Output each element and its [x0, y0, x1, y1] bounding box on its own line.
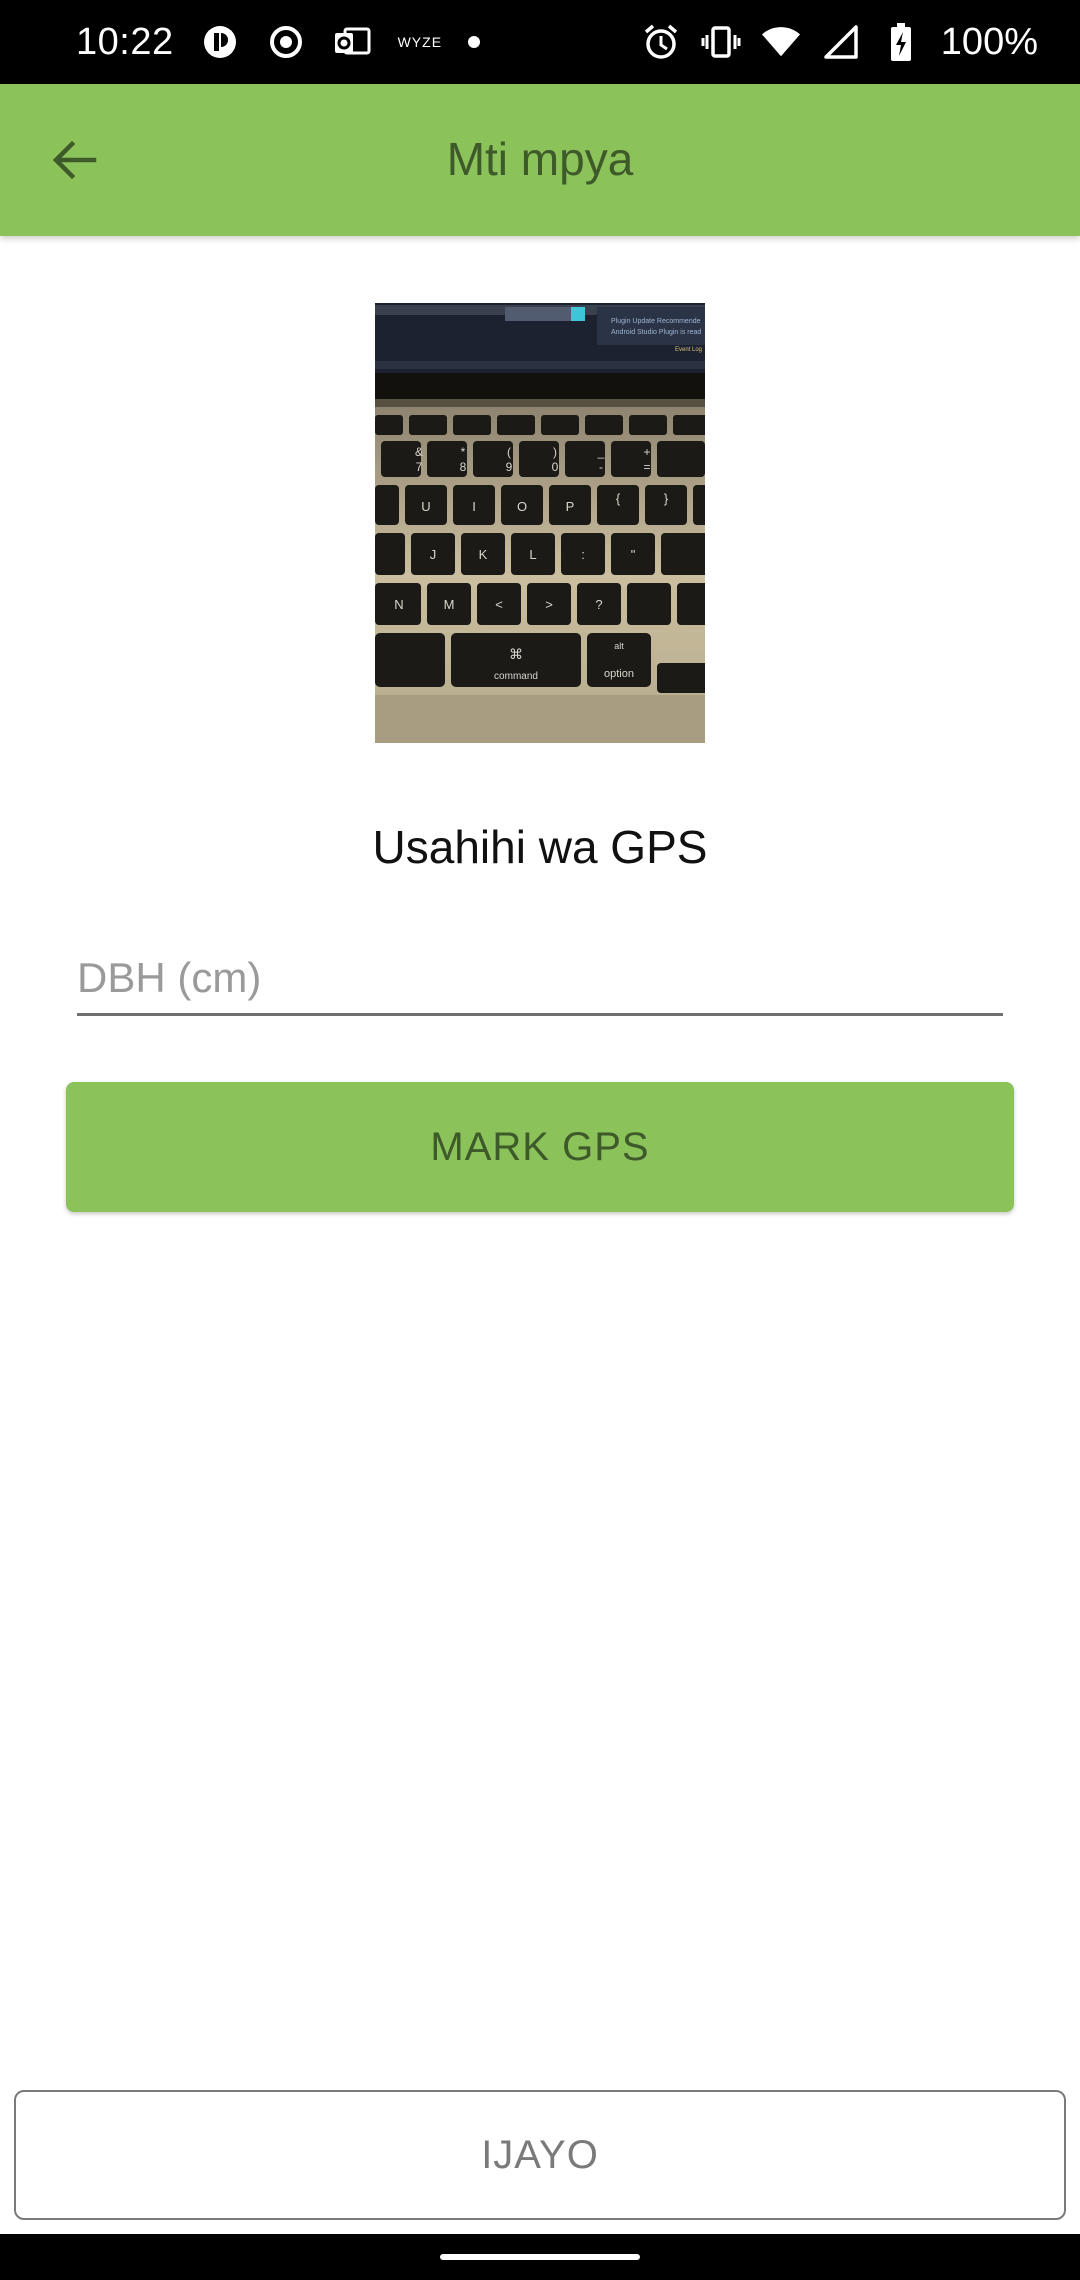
- gps-accuracy-label: Usahihi wa GPS: [372, 821, 708, 873]
- key-minus: -: [599, 460, 603, 474]
- key-plus: +: [643, 445, 650, 459]
- wyze-icon: WYZE: [397, 34, 443, 50]
- key-lt: <: [495, 597, 503, 612]
- key-m: M: [444, 597, 455, 612]
- key-quote: ": [631, 547, 636, 562]
- status-right: 100%: [641, 21, 1038, 64]
- home-gesture-handle[interactable]: [440, 2254, 640, 2260]
- screen-text-2: Android Studio Plugin is read: [611, 329, 701, 336]
- screen: 10:22 WYZE 100% Mti mpya Plugin Update R…: [0, 0, 1080, 2280]
- key-0: 0: [552, 460, 559, 474]
- key-lparen: (: [507, 445, 511, 459]
- dbh-input[interactable]: [77, 950, 1003, 1016]
- key-o: O: [517, 499, 527, 514]
- key-option-label: option: [604, 668, 634, 680]
- navigation-bar: [0, 2234, 1080, 2280]
- key-u: U: [421, 499, 430, 514]
- key-asterisk: *: [461, 445, 466, 459]
- status-left: 10:22 WYZE: [76, 20, 481, 64]
- cell-signal-icon: [821, 22, 861, 62]
- key-7: 7: [416, 460, 423, 474]
- key-p: P: [566, 499, 575, 514]
- battery-charging-icon: [881, 22, 921, 62]
- key-underscore: _: [597, 445, 605, 459]
- key-colon: :: [581, 547, 585, 562]
- photo-image: Plugin Update Recommende Android Studio …: [375, 303, 705, 743]
- next-button[interactable]: IJAYO: [14, 2090, 1066, 2220]
- outlook-icon: [332, 22, 372, 62]
- wifi-icon: [761, 22, 801, 62]
- key-command-label: command: [494, 671, 538, 682]
- key-j: J: [430, 547, 437, 562]
- key-gt: >: [545, 597, 553, 612]
- vibrate-icon: [701, 22, 741, 62]
- key-rparen: ): [553, 445, 557, 459]
- app-notification-icon: [200, 22, 240, 62]
- key-i: I: [472, 499, 476, 514]
- key-ampersand: &: [415, 445, 423, 459]
- app-bar: Mti mpya: [0, 84, 1080, 236]
- more-notifications-dot: [468, 36, 481, 48]
- tree-photo[interactable]: Plugin Update Recommende Android Studio …: [375, 303, 705, 743]
- key-rbrace: }: [664, 491, 669, 506]
- alarm-icon: [641, 22, 681, 62]
- key-9: 9: [506, 460, 513, 474]
- screen-text-1: Plugin Update Recommende: [611, 318, 701, 325]
- battery-percent: 100%: [940, 20, 1038, 63]
- key-equals: =: [643, 460, 650, 474]
- status-time: 10:22: [76, 20, 174, 63]
- key-8: 8: [460, 460, 467, 474]
- screen-text-3: Event Log: [675, 347, 702, 353]
- key-alt-label: alt: [614, 641, 624, 651]
- key-n: N: [394, 597, 403, 612]
- key-lbrace: {: [616, 491, 621, 506]
- key-question: ?: [595, 597, 602, 612]
- key-k: K: [479, 547, 488, 562]
- record-icon: [266, 22, 306, 62]
- mark-gps-button[interactable]: MARK GPS: [66, 1082, 1014, 1212]
- key-l: L: [529, 547, 536, 562]
- page-title: Mti mpya: [446, 133, 634, 185]
- status-bar: 10:22 WYZE 100%: [0, 0, 1080, 84]
- key-command-symbol: ⌘: [509, 646, 523, 662]
